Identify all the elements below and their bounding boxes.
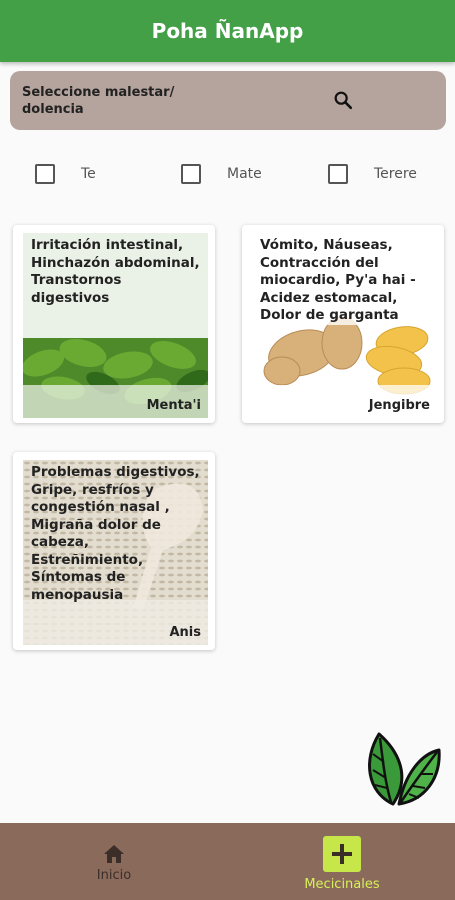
nav-item-inicio[interactable]: Inicio: [74, 823, 154, 900]
nav-label-mecicinales: Mecicinales: [304, 877, 380, 892]
bottom-navigation: Inicio Mecicinales: [0, 823, 455, 900]
home-icon: [104, 845, 124, 863]
card-plant-name: Menta'i: [146, 398, 201, 413]
search-label: Seleccione malestar/ dolencia: [22, 85, 175, 117]
filter-label-terere: Terere: [374, 166, 417, 182]
te-checkbox[interactable]: [35, 164, 55, 184]
nav-item-mecicinales[interactable]: Mecicinales: [282, 823, 402, 900]
card-description: Irritación intestinal, Hinchazón abdomin…: [31, 237, 200, 306]
search-icon[interactable]: [332, 89, 354, 111]
mate-checkbox[interactable]: [181, 164, 201, 184]
filter-te[interactable]: Te: [35, 157, 96, 191]
plant-card-anis[interactable]: Problemas digestivos, Gripe, resfríos y …: [13, 452, 215, 650]
search-bar[interactable]: Seleccione malestar/ dolencia: [10, 71, 446, 130]
card-description: Problemas digestivos, Gripe, resfríos y …: [31, 464, 200, 603]
leaves-icon[interactable]: [363, 730, 443, 808]
plant-card-mentai[interactable]: Irritación intestinal, Hinchazón abdomin…: [13, 225, 215, 423]
app-bar: Poha ÑanApp: [0, 0, 455, 62]
filter-terere[interactable]: Terere: [328, 157, 417, 191]
card-description: Vómito, Náuseas, Contracción del miocard…: [260, 237, 416, 323]
card-plant-name: Jengibre: [368, 398, 430, 413]
plus-icon: [323, 836, 361, 872]
terere-checkbox[interactable]: [328, 164, 348, 184]
filter-label-mate: Mate: [227, 166, 262, 182]
nav-label-inicio: Inicio: [96, 868, 132, 883]
drink-filters: Te Mate Terere: [0, 157, 455, 191]
card-plant-name: Anis: [169, 625, 201, 640]
plant-card-jengibre[interactable]: Vómito, Náuseas, Contracción del miocard…: [242, 225, 444, 423]
filter-label-te: Te: [81, 166, 96, 182]
filter-mate[interactable]: Mate: [181, 157, 262, 191]
app-title: Poha ÑanApp: [151, 19, 304, 43]
